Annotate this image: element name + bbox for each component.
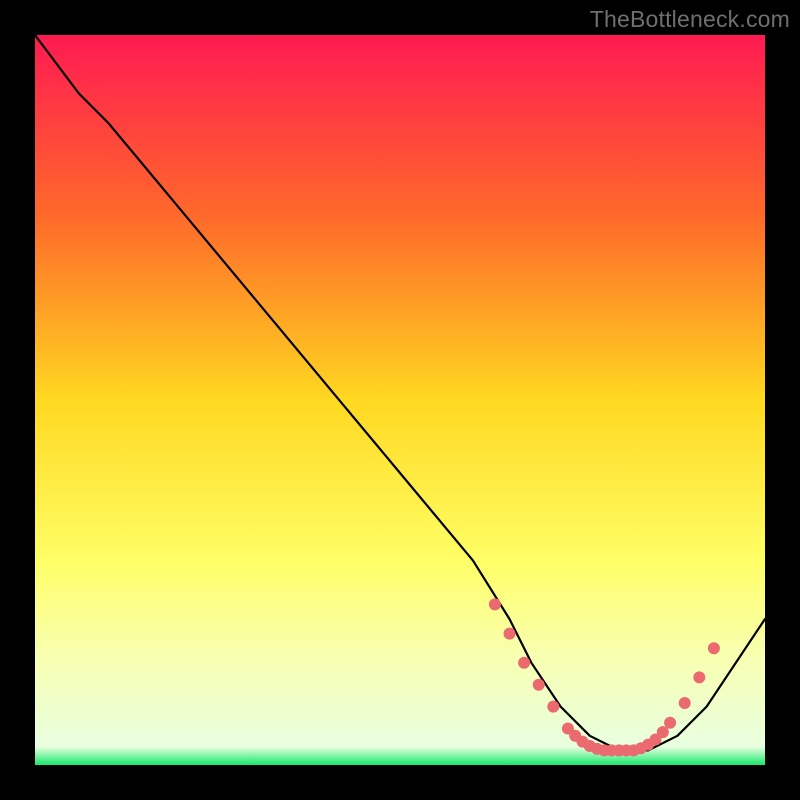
marker-dot: [657, 726, 669, 738]
marker-dot: [504, 628, 516, 640]
gradient-background: [35, 35, 765, 765]
chart-svg: [35, 35, 765, 765]
marker-dot: [489, 598, 501, 610]
marker-dot: [664, 717, 676, 729]
marker-dot: [547, 701, 559, 713]
watermark-text: TheBottleneck.com: [590, 6, 790, 33]
chart-stage: TheBottleneck.com: [0, 0, 800, 800]
plot-area: [35, 35, 765, 765]
marker-dot: [533, 679, 545, 691]
marker-dot: [679, 697, 691, 709]
marker-dot: [693, 671, 705, 683]
marker-dot: [708, 642, 720, 654]
marker-dot: [518, 657, 530, 669]
